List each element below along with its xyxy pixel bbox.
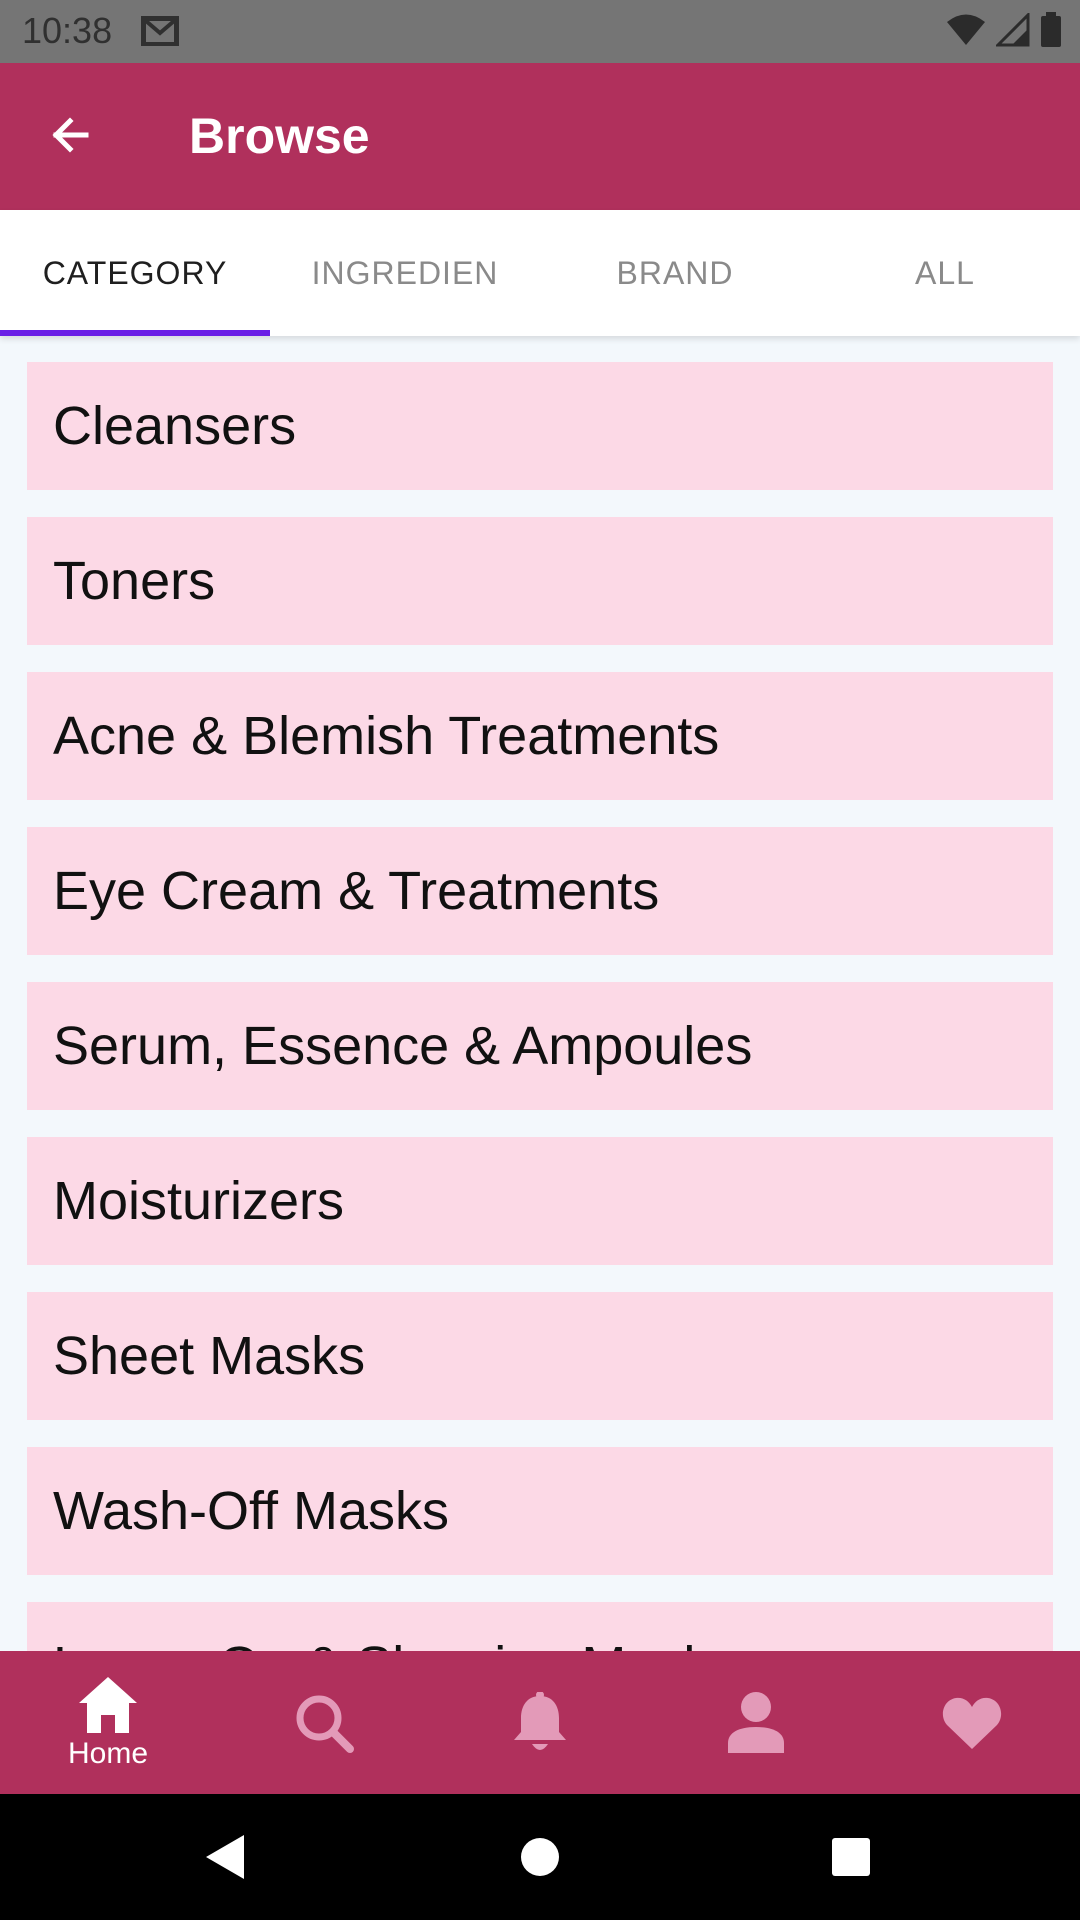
list-item-leave-on-masks[interactable]: Leave-On & Sleeping Masks	[27, 1602, 1053, 1651]
triangle-back-icon	[206, 1835, 244, 1879]
gmail-icon	[140, 14, 180, 48]
bell-icon	[514, 1691, 566, 1750]
home-icon	[79, 1676, 137, 1733]
app-bar: Browse	[0, 63, 1080, 210]
tab-all[interactable]: ALL	[810, 210, 1080, 336]
list-item-acne-blemish[interactable]: Acne & Blemish Treatments	[27, 672, 1053, 800]
list-item-serum[interactable]: Serum, Essence & Ampoules	[27, 982, 1053, 1110]
list-item-eye-cream[interactable]: Eye Cream & Treatments	[27, 827, 1053, 955]
person-icon	[728, 1691, 784, 1753]
wifi-icon	[946, 13, 986, 52]
list-item-toners[interactable]: Toners	[27, 517, 1053, 645]
nav-home-label: Home	[67, 1736, 149, 1770]
nav-profile[interactable]	[648, 1651, 864, 1794]
system-recents-button[interactable]	[818, 1824, 884, 1890]
tab-ingredient[interactable]: INGREDIEN	[270, 210, 540, 336]
list-item-sheet-masks[interactable]: Sheet Masks	[27, 1292, 1053, 1420]
nav-home[interactable]: Home	[0, 1651, 216, 1794]
arrow-back-icon	[52, 117, 89, 153]
list-item-wash-off-masks[interactable]: Wash-Off Masks	[27, 1447, 1053, 1575]
tab-category[interactable]: CATEGORY	[0, 210, 270, 336]
search-icon	[296, 1695, 354, 1753]
tab-bar: CATEGORY INGREDIEN BRAND ALL	[0, 210, 1080, 336]
status-time: 10:38	[22, 10, 113, 51]
system-nav-bar	[0, 1794, 1080, 1920]
back-button[interactable]	[38, 103, 102, 167]
signal-icon	[994, 10, 1030, 52]
heart-icon	[942, 1697, 1002, 1749]
bottom-nav: Home	[0, 1651, 1080, 1794]
square-recents-icon	[832, 1838, 870, 1876]
battery-icon	[1040, 11, 1062, 53]
tab-brand[interactable]: BRAND	[540, 210, 810, 336]
system-back-button[interactable]	[192, 1824, 258, 1890]
circle-home-icon	[521, 1838, 559, 1876]
status-icons	[946, 10, 1062, 53]
nav-search[interactable]	[216, 1651, 432, 1794]
list-item-moisturizers[interactable]: Moisturizers	[27, 1137, 1053, 1265]
nav-favorites[interactable]	[864, 1651, 1080, 1794]
page-title: Browse	[189, 108, 370, 164]
list-item-cleansers[interactable]: Cleansers	[27, 362, 1053, 490]
category-list: Cleansers Toners Acne & Blemish Treatmen…	[0, 336, 1080, 1651]
nav-notifications[interactable]	[432, 1651, 648, 1794]
system-home-button[interactable]	[507, 1824, 573, 1890]
status-bar: 10:38	[0, 0, 1080, 63]
